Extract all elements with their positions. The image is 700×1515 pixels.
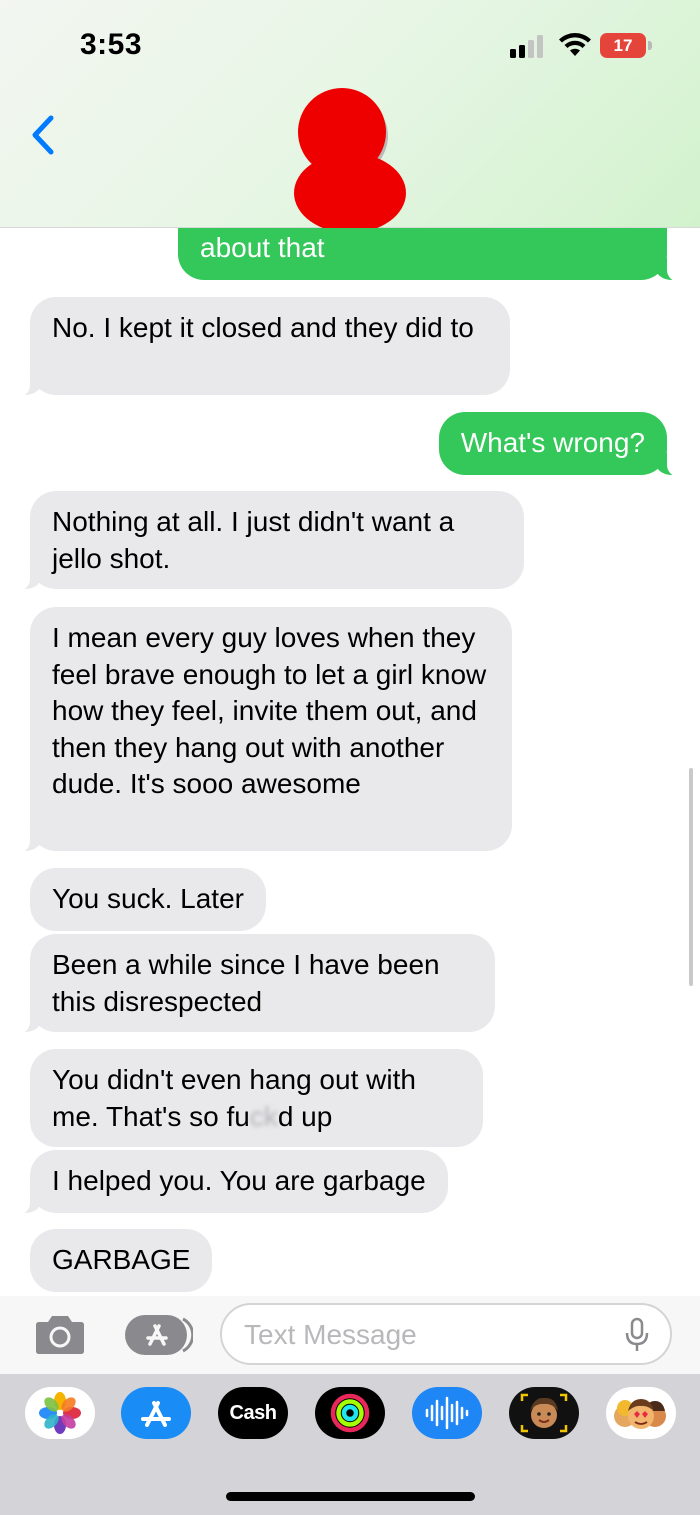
message-received[interactable]: Been a while since I have been this disr… xyxy=(6,934,495,1034)
contact-avatar[interactable] xyxy=(290,88,410,228)
memoji-stickers-icon[interactable] xyxy=(606,1387,676,1439)
message-received[interactable]: I helped you. You are garbage xyxy=(6,1150,448,1215)
camera-icon[interactable] xyxy=(32,1313,88,1357)
censored-text: ck xyxy=(249,1100,278,1132)
message-text: GARBAGE xyxy=(52,1244,191,1275)
microphone-icon[interactable] xyxy=(625,1317,649,1353)
message-text: Nothing at all. I just didn't want a jel… xyxy=(52,506,455,574)
app-store-icon[interactable] xyxy=(121,1387,191,1439)
message-received[interactable]: GARBAGE xyxy=(30,1229,213,1292)
battery-level: 17 xyxy=(613,36,633,55)
cash-label: Cash xyxy=(229,1401,277,1424)
message-text: about that xyxy=(200,232,325,263)
audio-message-icon[interactable] xyxy=(412,1387,482,1439)
message-text: You suck. Later xyxy=(52,883,244,914)
memoji-icon[interactable] xyxy=(509,1387,579,1439)
conversation-header: 3:53 17 xyxy=(0,0,700,228)
chevron-left-icon[interactable] xyxy=(24,110,64,160)
battery-tip xyxy=(648,41,652,50)
message-text: Been a while since I have been this disr… xyxy=(52,949,440,1017)
message-received[interactable]: You suck. Later xyxy=(30,868,266,931)
wifi-icon xyxy=(559,33,591,56)
status-time: 3:53 xyxy=(80,28,143,61)
fitness-rings-icon[interactable] xyxy=(315,1387,385,1439)
message-received[interactable]: You didn't even hang out with me. That's… xyxy=(30,1049,483,1147)
battery-icon: 17 xyxy=(600,33,646,58)
message-text: I mean every guy loves when they feel br… xyxy=(52,622,487,799)
cellular-signal-icon xyxy=(510,34,548,58)
message-received[interactable]: I mean every guy loves when they feel br… xyxy=(6,607,512,853)
apps-button-icon[interactable] xyxy=(123,1313,193,1357)
photos-app-icon[interactable] xyxy=(25,1387,95,1439)
home-indicator[interactable] xyxy=(226,1492,475,1501)
message-text: What's wrong? xyxy=(460,427,645,458)
cash-app-icon[interactable]: Cash xyxy=(218,1387,288,1439)
message-text-end: d up xyxy=(277,1100,333,1132)
message-received[interactable]: Nothing at all. I just didn't want a jel… xyxy=(6,491,524,591)
message-text: No. I kept it closed and they did to xyxy=(52,312,474,343)
scroll-indicator[interactable] xyxy=(689,768,693,986)
message-text-start: You didn't even hang out with me. That's… xyxy=(52,1064,416,1132)
message-received[interactable]: No. I kept it closed and they did to xyxy=(6,297,510,397)
message-input[interactable] xyxy=(244,1315,614,1355)
message-input-field[interactable] xyxy=(220,1303,672,1365)
message-text: I helped you. You are garbage xyxy=(52,1165,426,1196)
message-sent[interactable]: What's wrong? xyxy=(438,412,692,477)
